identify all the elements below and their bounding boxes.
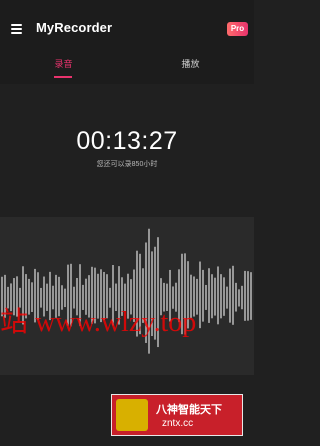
app-title: MyRecorder — [36, 20, 113, 35]
elapsed-timer: 00:13:27 — [76, 127, 178, 155]
app-bar: MyRecorder Pro — [0, 0, 254, 54]
tab-bar: 录音 播放 — [0, 54, 254, 84]
waveform — [1, 228, 252, 354]
waveform-panel — [0, 217, 254, 375]
pro-badge[interactable]: Pro — [227, 22, 248, 36]
logo-site-text: zntx.cc — [162, 418, 194, 429]
tab-play[interactable]: 播放 — [127, 57, 254, 70]
tab-record[interactable]: 录音 — [0, 57, 127, 70]
logo-chinese-text: 八神智能天下 — [156, 404, 222, 416]
watermark-logo: 八神智能天下 zntx.cc — [111, 394, 243, 436]
menu-icon[interactable] — [11, 24, 22, 34]
tab-indicator — [54, 76, 72, 78]
watermark-text: 站 www.wlzy.top — [0, 307, 197, 338]
logo-mark-icon — [116, 399, 148, 431]
remaining-time-label: 您还可以录850小时 — [96, 161, 158, 168]
